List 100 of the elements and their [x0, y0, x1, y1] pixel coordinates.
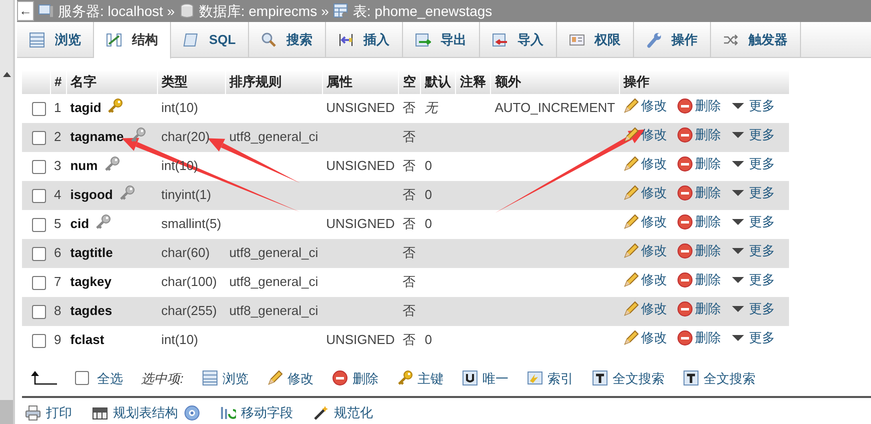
- row-checkbox[interactable]: [32, 160, 46, 174]
- more-dropdown[interactable]: 更多: [731, 212, 776, 232]
- column-header: 类型: [157, 70, 226, 94]
- field-name: tagname: [70, 129, 124, 144]
- bulk-action-link[interactable]: 唯一: [462, 368, 509, 388]
- delete-link[interactable]: 删除: [677, 183, 722, 203]
- pencil-icon: [266, 370, 283, 386]
- index-icon: [526, 370, 543, 386]
- more-dropdown[interactable]: 更多: [731, 241, 776, 261]
- row-checkbox[interactable]: [32, 188, 46, 203]
- row-checkbox[interactable]: [32, 102, 46, 116]
- row-checkbox[interactable]: [32, 218, 46, 232]
- attributes: UNSIGNED: [326, 158, 395, 174]
- magic-wand-icon: [313, 404, 329, 421]
- delete-link[interactable]: 删除: [677, 328, 722, 348]
- null-value: 否: [402, 187, 416, 202]
- attributes: UNSIGNED: [326, 332, 395, 348]
- import-icon: [492, 32, 508, 48]
- more-dropdown[interactable]: 更多: [731, 299, 776, 319]
- field-type: char(20): [161, 129, 210, 144]
- row-checkbox[interactable]: [32, 334, 46, 348]
- scrollbar-thumb[interactable]: [0, 400, 13, 424]
- row-checkbox[interactable]: [32, 304, 46, 319]
- delete-link[interactable]: 删除: [677, 241, 722, 261]
- database-icon: [178, 3, 195, 19]
- edit-link[interactable]: 修改: [623, 241, 668, 261]
- bottom-link[interactable]: 规范化: [313, 403, 373, 422]
- bulk-action-link[interactable]: 修改: [266, 368, 314, 388]
- bottom-link[interactable]: 移动字段: [220, 403, 293, 422]
- row-checkbox[interactable]: [32, 246, 46, 261]
- bulk-action-link[interactable]: 主键: [396, 368, 444, 388]
- edit-link[interactable]: 修改: [623, 212, 668, 232]
- edit-link[interactable]: 修改: [623, 96, 668, 116]
- null-value: 否: [402, 100, 416, 116]
- more-dropdown[interactable]: 更多: [731, 96, 776, 116]
- edit-link[interactable]: 修改: [623, 299, 668, 319]
- column-header: 操作: [619, 70, 790, 94]
- table-grid-icon: [92, 404, 108, 421]
- breadcrumb-link[interactable]: 服务器: localhost: [58, 0, 164, 22]
- pencil-icon: [623, 243, 640, 260]
- column-header: 排序规则: [225, 70, 322, 94]
- null-value: 否: [402, 274, 416, 290]
- breadcrumb-link[interactable]: 数据库: empirecms: [198, 0, 318, 22]
- bulk-action-link[interactable]: 全文搜索: [592, 368, 665, 388]
- with-selected-label: 选中项:: [141, 370, 184, 388]
- delete-link[interactable]: 删除: [677, 212, 722, 232]
- breadcrumb-separator: »: [321, 2, 329, 20]
- collation: utf8_general_ci: [229, 303, 318, 318]
- delete-icon: [677, 185, 694, 202]
- pencil-icon: [623, 156, 640, 172]
- delete-icon: [677, 272, 694, 288]
- edit-link[interactable]: 修改: [623, 328, 668, 348]
- collation: utf8_general_ci: [229, 129, 318, 144]
- column-header: 名字: [66, 70, 158, 94]
- edit-link[interactable]: 修改: [623, 270, 668, 290]
- select-all-checkbox[interactable]: 全选: [75, 368, 123, 388]
- help-icon[interactable]: [184, 404, 200, 421]
- delete-link[interactable]: 删除: [677, 270, 722, 290]
- fulltext-icon: [682, 370, 699, 386]
- more-dropdown[interactable]: 更多: [731, 125, 776, 145]
- bulk-action-link[interactable]: 删除: [332, 368, 379, 388]
- field-type: int(10): [161, 332, 198, 348]
- bulk-action-link[interactable]: 索引: [526, 368, 574, 388]
- more-dropdown[interactable]: 更多: [731, 328, 776, 348]
- row-number: 5: [54, 216, 62, 232]
- scroll-up-icon[interactable]: [3, 72, 11, 77]
- bulk-action-link[interactable]: 浏览: [202, 368, 249, 388]
- delete-icon: [677, 214, 694, 230]
- delete-link[interactable]: 删除: [677, 299, 722, 319]
- attributes: UNSIGNED: [326, 216, 395, 232]
- edit-link[interactable]: 修改: [623, 183, 668, 203]
- delete-link[interactable]: 删除: [677, 96, 722, 116]
- delete-link[interactable]: 删除: [677, 154, 722, 174]
- more-dropdown[interactable]: 更多: [731, 270, 776, 290]
- more-dropdown[interactable]: 更多: [731, 183, 776, 203]
- null-value: 否: [402, 332, 416, 348]
- row-checkbox[interactable]: [32, 276, 46, 290]
- field-name: tagdes: [70, 303, 112, 318]
- back-button[interactable]: ←: [17, 1, 34, 21]
- row-number: 4: [54, 187, 62, 202]
- edit-link[interactable]: 修改: [623, 125, 668, 145]
- row-checkbox[interactable]: [32, 130, 46, 145]
- pencil-icon: [623, 98, 640, 114]
- delete-icon: [677, 156, 694, 172]
- pencil-icon: [623, 272, 640, 288]
- pencil-icon: [623, 185, 640, 202]
- row-number: 1: [54, 100, 62, 116]
- tab[interactable]: 结构: [94, 22, 171, 59]
- field-type: char(100): [161, 274, 217, 290]
- delete-link[interactable]: 删除: [677, 125, 722, 145]
- field-type: char(60): [161, 245, 210, 260]
- more-dropdown[interactable]: 更多: [731, 154, 776, 174]
- null-value: 否: [402, 245, 416, 260]
- bulk-action-link[interactable]: 全文搜索: [682, 368, 756, 388]
- bottom-link[interactable]: 打印: [25, 403, 72, 422]
- default-value: 0: [424, 158, 432, 174]
- bottom-link[interactable]: 规划表结构: [92, 403, 178, 422]
- breadcrumb-link[interactable]: 表: phome_enewstags: [352, 0, 492, 22]
- edit-link[interactable]: 修改: [623, 154, 668, 174]
- pencil-icon: [623, 301, 640, 318]
